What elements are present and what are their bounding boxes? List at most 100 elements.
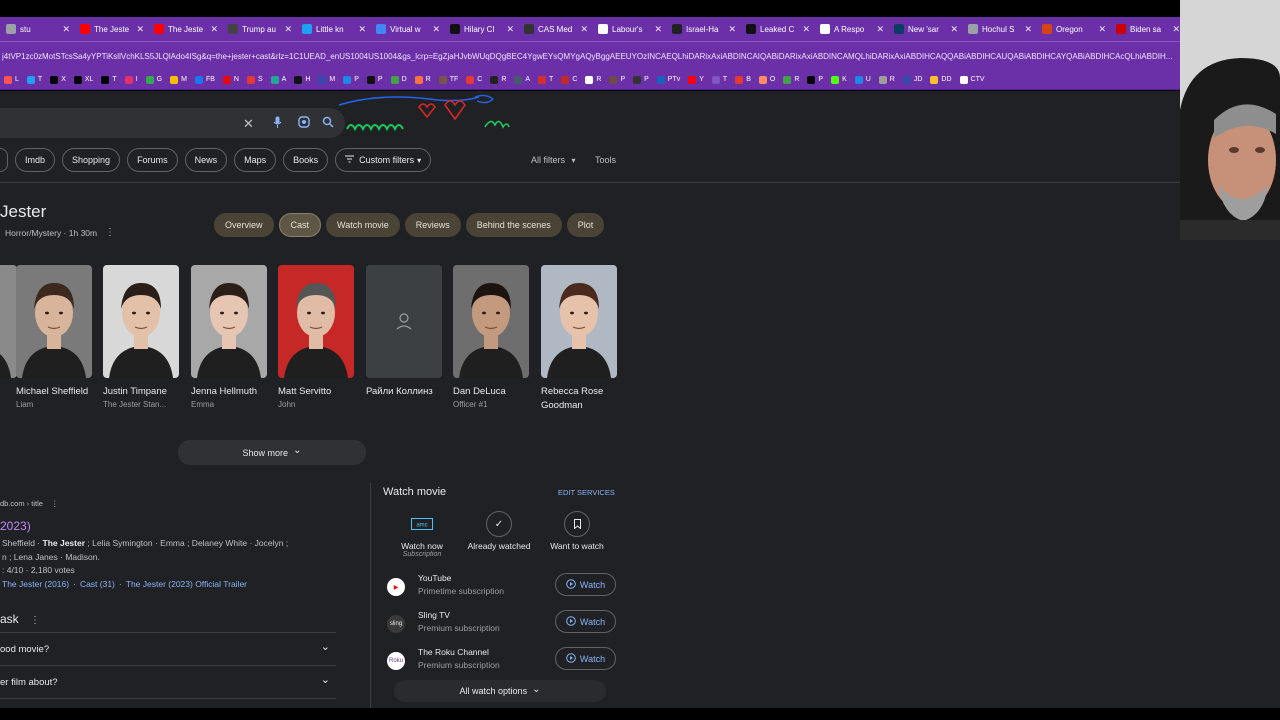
cast-member-card[interactable]: Justin Timpane The Jester Stan...: [103, 265, 179, 410]
cast-member-card[interactable]: Rebecca Rose Goodman: [541, 265, 617, 413]
browser-tab[interactable]: Labour's ✕: [592, 17, 666, 41]
filter-chip-books[interactable]: Books: [283, 148, 329, 172]
tab-watch-movie[interactable]: Watch movie: [326, 213, 400, 237]
bookmark-item[interactable]: M: [166, 75, 191, 84]
close-icon[interactable]: ✕: [728, 24, 736, 35]
browser-tab[interactable]: stu ✕: [0, 17, 74, 41]
bookmark-item[interactable]: P: [629, 75, 653, 84]
filter-chip-shopping[interactable]: Shopping: [62, 148, 121, 172]
bookmark-item[interactable]: H: [290, 75, 314, 84]
tools-button[interactable]: Tools: [595, 155, 616, 165]
browser-tab[interactable]: Hilary Cl ✕: [444, 17, 518, 41]
microphone-icon[interactable]: [273, 116, 282, 132]
bookmark-item[interactable]: N: [219, 75, 243, 84]
bookmark-item[interactable]: P: [339, 75, 363, 84]
bookmark-item[interactable]: TF: [435, 75, 463, 84]
watch-action-watch-now[interactable]: amc Watch now Subscription: [382, 511, 462, 558]
bookmark-item[interactable]: P: [803, 75, 827, 84]
tab-reviews[interactable]: Reviews: [404, 213, 461, 237]
all-watch-options-button[interactable]: All watch options ⌄: [394, 680, 606, 702]
sitelink[interactable]: Cast (31): [80, 579, 115, 589]
cast-member-card[interactable]: Jenna Hellmuth Emma: [191, 265, 267, 410]
custom-filters-button[interactable]: Custom filters ▾: [335, 148, 432, 172]
bookmark-item[interactable]: PTv: [653, 75, 684, 84]
tab-plot[interactable]: Plot: [566, 213, 605, 237]
bookmark-item[interactable]: M: [314, 75, 339, 84]
browser-tab[interactable]: Leaked C ✕: [740, 17, 814, 41]
sitelink[interactable]: The Jester (2016): [2, 579, 69, 589]
close-icon[interactable]: ✕: [580, 24, 588, 35]
filter-chip-maps[interactable]: Maps: [234, 148, 277, 172]
bookmark-item[interactable]: L: [0, 75, 23, 84]
watch-button[interactable]: Watch: [555, 647, 616, 670]
browser-tab[interactable]: Oregon ✕: [1036, 17, 1110, 41]
close-icon[interactable]: ✕: [136, 24, 144, 35]
filter-chip-partial[interactable]: [0, 148, 8, 172]
filter-chip-news[interactable]: News: [184, 148, 228, 172]
bookmark-item[interactable]: JD: [899, 75, 927, 84]
close-icon[interactable]: ✕: [506, 24, 514, 35]
browser-tab[interactable]: The Jeste ✕: [74, 17, 148, 41]
bookmark-item[interactable]: XL: [70, 75, 98, 84]
browser-tab[interactable]: Israel-Ha ✕: [666, 17, 740, 41]
more-options-icon[interactable]: ⋮: [30, 615, 40, 626]
bookmark-item[interactable]: R: [486, 75, 510, 84]
browser-tab[interactable]: Hochul S ✕: [962, 17, 1036, 41]
filter-chip-forums[interactable]: Forums: [127, 148, 178, 172]
bookmark-item[interactable]: X: [46, 75, 70, 84]
bookmark-item[interactable]: C: [462, 75, 486, 84]
bookmark-item[interactable]: P: [605, 75, 629, 84]
browser-tab[interactable]: Biden sa ✕: [1110, 17, 1180, 41]
cast-member-card[interactable]: Michael Sheffield Liam: [16, 265, 92, 410]
close-icon[interactable]: ✕: [62, 24, 70, 35]
show-more-button[interactable]: Show more ⌄: [178, 440, 366, 465]
close-icon[interactable]: ✕: [1024, 24, 1032, 35]
close-icon[interactable]: ✕: [654, 24, 662, 35]
watch-action-want-to-watch[interactable]: Want to watch: [537, 511, 617, 551]
tab-cast[interactable]: Cast: [278, 213, 322, 237]
watch-action-already-watched[interactable]: ✓ Already watched: [459, 511, 539, 551]
bookmark-item[interactable]: Y: [684, 75, 708, 84]
bookmark-item[interactable]: D: [387, 75, 411, 84]
bookmark-item[interactable]: T: [708, 75, 731, 84]
browser-tab[interactable]: CAS Med ✕: [518, 17, 592, 41]
cast-member-card[interactable]: Dan DeLuca Officer #1: [453, 265, 529, 410]
tab-behind-the-scenes[interactable]: Behind the scenes: [465, 213, 562, 237]
result-cite[interactable]: db.com › title ⋮: [0, 499, 59, 508]
search-input[interactable]: ✕: [0, 108, 345, 138]
bookmark-item[interactable]: I: [121, 75, 142, 84]
bookmark-item[interactable]: K: [827, 75, 851, 84]
watch-button[interactable]: Watch: [555, 573, 616, 596]
close-icon[interactable]: ✕: [284, 24, 292, 35]
close-icon[interactable]: ✕: [1098, 24, 1106, 35]
browser-tab[interactable]: A Respo ✕: [814, 17, 888, 41]
search-icon[interactable]: [322, 116, 334, 131]
result-title-link[interactable]: 2023): [0, 519, 31, 533]
browser-tab[interactable]: Virtual w ✕: [370, 17, 444, 41]
browser-tab[interactable]: The Jeste ✕: [148, 17, 222, 41]
cast-member-card[interactable]: Райли Коллинз: [366, 265, 442, 399]
close-icon[interactable]: ✕: [1172, 24, 1180, 35]
people-also-ask-question[interactable]: ood movie? ⌄: [0, 632, 336, 665]
bookmark-item[interactable]: S: [243, 75, 267, 84]
all-filters-button[interactable]: All filters ▾: [531, 155, 576, 165]
bookmark-item[interactable]: CTV: [956, 75, 989, 84]
close-icon[interactable]: ✕: [802, 24, 810, 35]
sitelink[interactable]: The Jester (2023) Official Trailer: [126, 579, 247, 589]
result-more-icon[interactable]: ⋮: [51, 499, 59, 508]
browser-tab[interactable]: Trump au ✕: [222, 17, 296, 41]
bookmark-item[interactable]: R: [581, 75, 605, 84]
close-icon[interactable]: ✕: [876, 24, 884, 35]
cast-member-card[interactable]: Matt Servitto John: [278, 265, 354, 410]
close-icon[interactable]: ✕: [358, 24, 366, 35]
address-bar[interactable]: j4tVP1zc0zMotSTcsSa4yYPTiKsllVchKLS5JLQl…: [0, 41, 1180, 70]
bookmark-item[interactable]: R: [779, 75, 803, 84]
bookmark-item[interactable]: U: [851, 75, 875, 84]
browser-tab[interactable]: New 'sar ✕: [888, 17, 962, 41]
close-icon[interactable]: ✕: [210, 24, 218, 35]
watch-button[interactable]: Watch: [555, 610, 616, 633]
close-icon[interactable]: ✕: [950, 24, 958, 35]
bookmark-item[interactable]: A: [510, 75, 534, 84]
browser-tab[interactable]: Little kn ✕: [296, 17, 370, 41]
bookmark-item[interactable]: R: [875, 75, 899, 84]
